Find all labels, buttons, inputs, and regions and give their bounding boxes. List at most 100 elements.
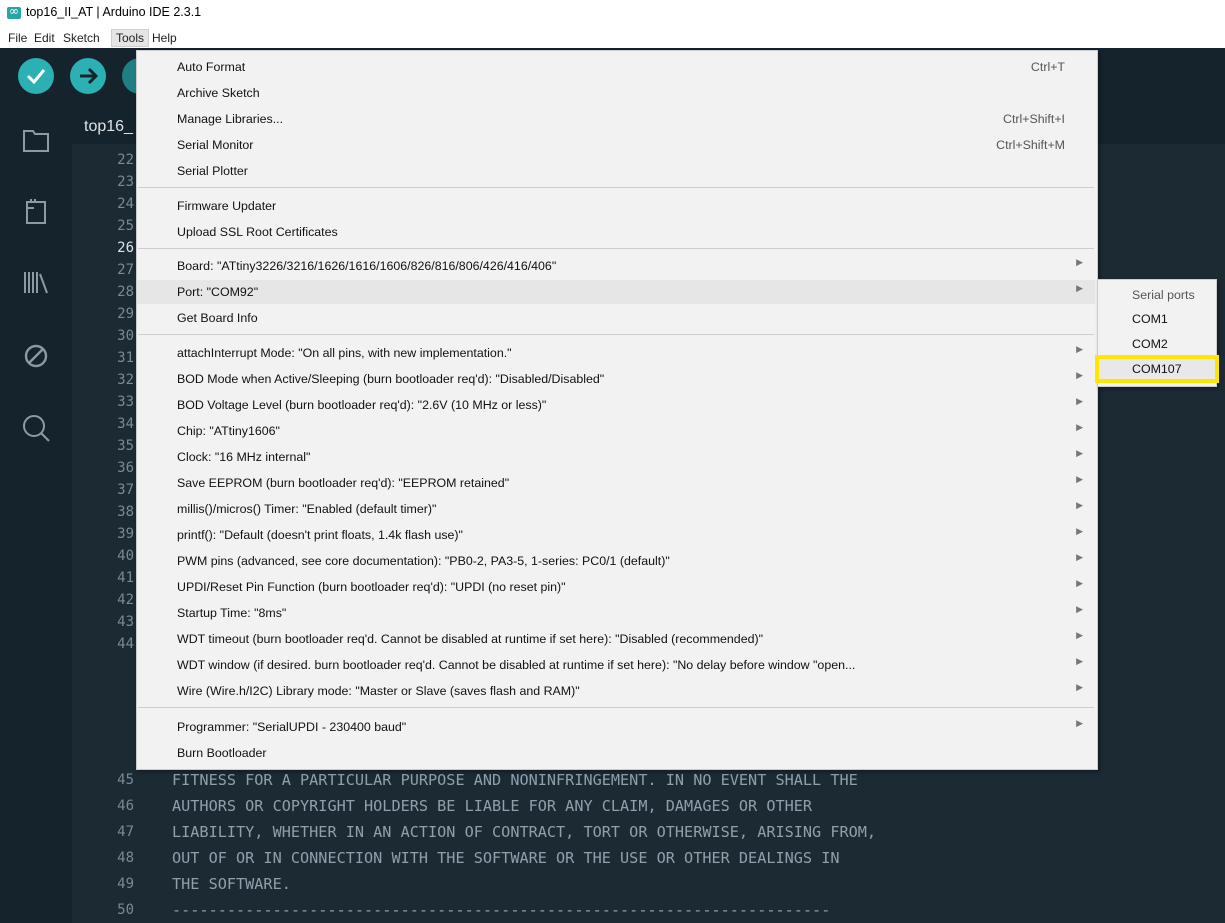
line-number: 37 (117, 482, 134, 498)
window-title: top16_II_AT | Arduino IDE 2.3.1 (26, 5, 202, 19)
menu-item-attachinterrupt-mode[interactable]: attachInterrupt Mode: "On all pins, with… (137, 341, 1095, 365)
menu-item-label: Wire (Wire.h/I2C) Library mode: "Master … (177, 684, 580, 698)
menu-item-save-eeprom[interactable]: Save EEPROM (burn bootloader req'd): "EE… (137, 471, 1095, 495)
chevron-right-icon: ▶ (1076, 605, 1083, 615)
line-number: 33 (117, 394, 134, 410)
menu-item-serial-plotter[interactable]: Serial Plotter (137, 159, 1095, 183)
menu-file[interactable]: File (4, 30, 31, 46)
menu-item-archive-sketch[interactable]: Archive Sketch (137, 81, 1095, 105)
menu-separator (138, 707, 1094, 708)
line-number: 38 (117, 504, 134, 520)
chevron-right-icon: ▶ (1076, 397, 1083, 407)
menu-item-wire-library-mode[interactable]: Wire (Wire.h/I2C) Library mode: "Master … (137, 679, 1095, 703)
chevron-right-icon: ▶ (1076, 719, 1083, 729)
line-number: 22 (117, 152, 134, 168)
menu-item-programmer[interactable]: Programmer: "SerialUPDI - 230400 baud" ▶ (137, 715, 1095, 739)
chevron-right-icon: ▶ (1076, 501, 1083, 511)
menu-item-label: Programmer: "SerialUPDI - 230400 baud" (177, 720, 407, 734)
chevron-right-icon: ▶ (1076, 657, 1083, 667)
search-icon[interactable] (18, 410, 54, 446)
menu-item-label: Chip: "ATtiny1606" (177, 424, 280, 438)
shortcut-label: Ctrl+Shift+I (1003, 112, 1065, 126)
line-number: 31 (117, 350, 134, 366)
line-number: 36 (117, 460, 134, 476)
board-icon[interactable] (18, 194, 54, 230)
menu-item-burn-bootloader[interactable]: Burn Bootloader (137, 741, 1095, 765)
menu-item-get-board-info[interactable]: Get Board Info (137, 306, 1095, 330)
menu-item-wdt-timeout[interactable]: WDT timeout (burn bootloader req'd. Cann… (137, 627, 1095, 651)
menu-tools[interactable]: Tools (111, 29, 150, 47)
upload-button[interactable] (70, 58, 106, 94)
menu-item-label: WDT timeout (burn bootloader req'd. Cann… (177, 632, 764, 646)
library-icon[interactable] (18, 264, 54, 300)
menu-item-bod-mode[interactable]: BOD Mode when Active/Sleeping (burn boot… (137, 367, 1095, 391)
line-number: 48 (117, 850, 134, 866)
chevron-right-icon: ▶ (1076, 475, 1083, 485)
code-line: ----------------------------------------… (172, 901, 831, 919)
menu-item-board[interactable]: Board: "ATtiny3226/3216/1626/1616/1606/8… (137, 254, 1095, 278)
menu-edit[interactable]: Edit (30, 30, 59, 46)
port-option-label: COM2 (1132, 337, 1168, 351)
code-line: LIABILITY, WHETHER IN AN ACTION OF CONTR… (172, 823, 877, 841)
serial-ports-header-label: Serial ports (1132, 288, 1195, 302)
line-number: 24 (117, 196, 134, 212)
debug-icon[interactable] (18, 338, 54, 374)
port-option-com107[interactable]: COM107 (1095, 355, 1219, 383)
menu-item-serial-monitor[interactable]: Serial Monitor Ctrl+Shift+M (137, 133, 1095, 157)
line-number: 45 (117, 772, 134, 788)
line-number: 23 (117, 174, 134, 190)
chevron-right-icon: ▶ (1076, 579, 1083, 589)
code-line: THE SOFTWARE. (172, 875, 291, 893)
menu-item-label: Port: "COM92" (177, 285, 259, 299)
menu-item-startup-time[interactable]: Startup Time: "8ms" ▶ (137, 601, 1095, 625)
menu-item-label: Upload SSL Root Certificates (177, 225, 338, 239)
menu-item-label: UPDI/Reset Pin Function (burn bootloader… (177, 580, 566, 594)
menu-item-label: attachInterrupt Mode: "On all pins, with… (177, 346, 512, 360)
line-number: 44 (117, 636, 134, 652)
line-number: 32 (117, 372, 134, 388)
menu-item-chip[interactable]: Chip: "ATtiny1606" ▶ (137, 419, 1095, 443)
chevron-right-icon: ▶ (1076, 553, 1083, 563)
menu-item-label: PWM pins (advanced, see core documentati… (177, 554, 670, 568)
line-number: 27 (117, 262, 134, 278)
line-number: 40 (117, 548, 134, 564)
menu-item-millis-timer[interactable]: millis()/micros() Timer: "Enabled (defau… (137, 497, 1095, 521)
menu-help[interactable]: Help (148, 30, 181, 46)
port-option-com2[interactable]: COM2 (1098, 333, 1216, 355)
line-number: 29 (117, 306, 134, 322)
menu-item-label: millis()/micros() Timer: "Enabled (defau… (177, 502, 437, 516)
menu-item-label: Archive Sketch (177, 86, 260, 100)
line-number-current: 26 (117, 240, 134, 256)
menu-item-auto-format[interactable]: Auto Format Ctrl+T (137, 55, 1095, 79)
line-number: 46 (117, 798, 134, 814)
line-number: 42 (117, 592, 134, 608)
sketch-tab[interactable]: top16_ (84, 118, 133, 136)
menu-item-clock[interactable]: Clock: "16 MHz internal" ▶ (137, 445, 1095, 469)
menu-item-manage-libraries[interactable]: Manage Libraries... Ctrl+Shift+I (137, 107, 1095, 131)
menu-separator (138, 248, 1094, 249)
menu-item-pwm-pins[interactable]: PWM pins (advanced, see core documentati… (137, 549, 1095, 573)
code-line: OUT OF OR IN CONNECTION WITH THE SOFTWAR… (172, 849, 840, 867)
menu-sketch[interactable]: Sketch (59, 30, 104, 46)
menu-item-upload-ssl-root-certificates[interactable]: Upload SSL Root Certificates (137, 220, 1095, 244)
menu-item-bod-voltage-level[interactable]: BOD Voltage Level (burn bootloader req'd… (137, 393, 1095, 417)
menu-item-port[interactable]: Port: "COM92" ▶ (137, 280, 1095, 304)
menu-item-printf[interactable]: printf(): "Default (doesn't print floats… (137, 523, 1095, 547)
menu-item-updi-reset-pin[interactable]: UPDI/Reset Pin Function (burn bootloader… (137, 575, 1095, 599)
line-number: 43 (117, 614, 134, 630)
line-number: 30 (117, 328, 134, 344)
folder-icon[interactable] (18, 122, 54, 158)
port-option-com1[interactable]: COM1 (1098, 308, 1216, 330)
menu-item-label: Auto Format (177, 60, 246, 74)
menu-item-label: Serial Plotter (177, 164, 248, 178)
checkmark-icon (26, 69, 46, 85)
menu-item-label: printf(): "Default (doesn't print floats… (177, 528, 463, 542)
menu-item-label: Get Board Info (177, 311, 258, 325)
verify-button[interactable] (18, 58, 54, 94)
line-number: 50 (117, 902, 134, 918)
menu-item-label: Manage Libraries... (177, 112, 284, 126)
menu-bar: File Edit Sketch Tools Help (0, 28, 1225, 48)
menu-item-firmware-updater[interactable]: Firmware Updater (137, 194, 1095, 218)
chevron-right-icon: ▶ (1076, 371, 1083, 381)
menu-item-wdt-window[interactable]: WDT window (if desired. burn bootloader … (137, 653, 1095, 677)
